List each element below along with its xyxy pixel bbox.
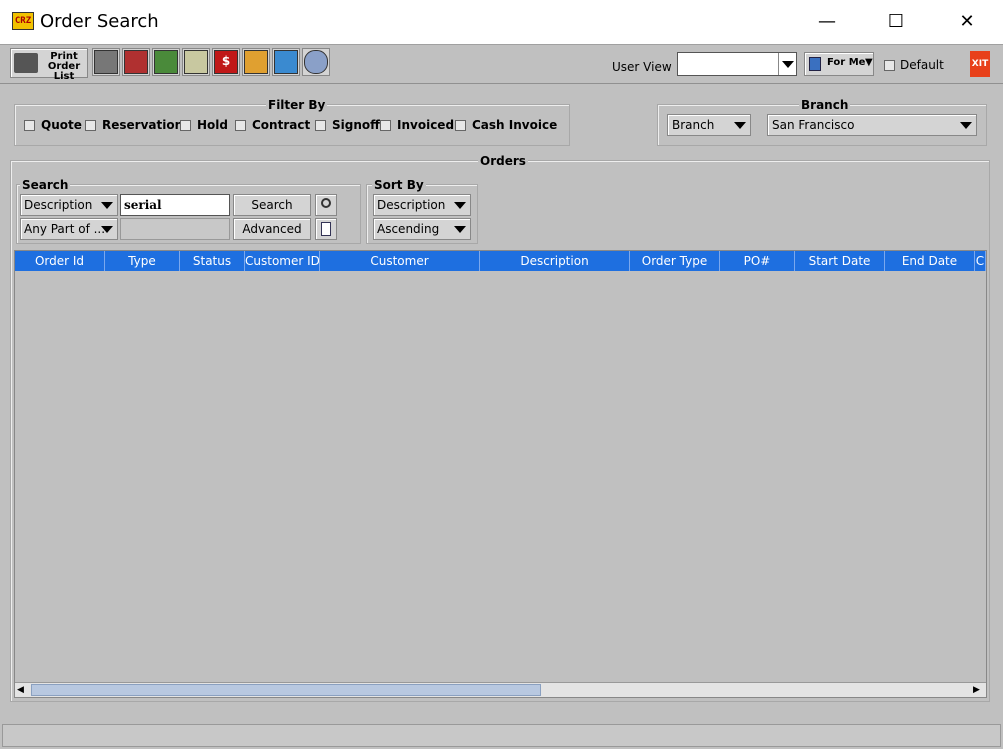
column-header[interactable]: End Date bbox=[885, 251, 975, 271]
filter-label: Reservation bbox=[102, 118, 184, 132]
document-search-icon bbox=[321, 222, 331, 236]
advanced-search-button[interactable] bbox=[315, 218, 337, 240]
filter-checkbox-hold[interactable] bbox=[180, 120, 191, 131]
save-icon bbox=[809, 57, 821, 71]
user-icon bbox=[304, 50, 328, 74]
user-button[interactable] bbox=[302, 48, 330, 76]
default-checkbox[interactable] bbox=[884, 60, 895, 71]
pay-dollar-icon: $ bbox=[214, 50, 238, 74]
refresh-button[interactable] bbox=[272, 48, 300, 76]
column-header[interactable]: Type bbox=[105, 251, 180, 271]
horizontal-scrollbar[interactable]: ◀ ▶ bbox=[15, 682, 986, 697]
sort-order-select[interactable]: Ascending bbox=[373, 218, 471, 240]
user-view-label: User View bbox=[612, 60, 672, 74]
filter-label: Signoff bbox=[332, 118, 380, 132]
refresh-icon bbox=[274, 50, 298, 74]
column-header[interactable]: Customer bbox=[320, 251, 480, 271]
filter-checkbox-reservation[interactable] bbox=[85, 120, 96, 131]
cards-icon bbox=[184, 50, 208, 74]
order-list-label: Order List bbox=[47, 61, 81, 82]
pay-button[interactable]: $ bbox=[212, 48, 240, 76]
toolbar-divider bbox=[0, 83, 1003, 84]
secondary-search-input bbox=[120, 218, 230, 240]
scroll-right-icon[interactable]: ▶ bbox=[973, 685, 980, 695]
scrollbar-thumb[interactable] bbox=[31, 684, 541, 696]
filter-label: Hold bbox=[197, 118, 228, 132]
column-header[interactable]: Start Date bbox=[795, 251, 885, 271]
column-header[interactable]: Order Id bbox=[15, 251, 105, 271]
chevron-down-icon bbox=[454, 226, 466, 233]
transfer-button[interactable] bbox=[152, 48, 180, 76]
column-header[interactable]: Customer ID bbox=[245, 251, 320, 271]
column-header[interactable]: C bbox=[975, 251, 986, 271]
app-logo-icon: CRZ bbox=[12, 12, 34, 30]
close-button[interactable]: ✕ bbox=[944, 8, 990, 36]
filter-label: Invoiced bbox=[397, 118, 455, 132]
for-me-label: For Me bbox=[827, 57, 866, 68]
filter-items: Quote Reservation Hold Contract Signoff Invoi… bbox=[24, 118, 564, 134]
exit-button[interactable]: XIT bbox=[970, 51, 990, 77]
search-icon bbox=[321, 198, 331, 208]
chevron-down-icon bbox=[454, 202, 466, 209]
transfer-icon bbox=[154, 50, 178, 74]
pick-icon bbox=[94, 50, 118, 74]
default-label: Default bbox=[900, 58, 944, 72]
print-order-list-button[interactable]: Print Order List bbox=[10, 48, 88, 82]
column-header[interactable]: PO# bbox=[720, 251, 795, 271]
filter-label: Cash Invoice bbox=[472, 118, 558, 132]
filter-checkbox-invoiced[interactable] bbox=[380, 120, 391, 131]
view-button[interactable] bbox=[242, 48, 270, 76]
title-bar: CRZ Order Search — ☐ ✕ bbox=[0, 0, 1003, 44]
search-match-select[interactable]: Any Part of ... bbox=[20, 218, 118, 240]
status-bar bbox=[2, 724, 1001, 747]
search-button[interactable]: Search bbox=[233, 194, 311, 216]
branch-title: Branch bbox=[799, 98, 851, 112]
filter-label: Quote bbox=[41, 118, 82, 132]
filter-checkbox-cash-invoice[interactable] bbox=[455, 120, 466, 131]
filter-title: Filter By bbox=[266, 98, 328, 112]
printer-icon bbox=[14, 53, 38, 73]
minimize-button[interactable]: — bbox=[804, 8, 850, 36]
sort-title: Sort By bbox=[372, 178, 426, 192]
chevron-down-icon bbox=[101, 226, 113, 233]
chevron-down-icon bbox=[101, 202, 113, 209]
column-header[interactable]: Status bbox=[180, 251, 245, 271]
search-field-select[interactable]: Description bbox=[20, 194, 118, 216]
chevron-down-icon bbox=[734, 122, 746, 129]
maximize-button[interactable]: ☐ bbox=[873, 8, 919, 36]
chevron-down-icon bbox=[960, 122, 972, 129]
truck-icon bbox=[124, 50, 148, 74]
branch-location-select[interactable]: San Francisco bbox=[767, 114, 977, 136]
filter-checkbox-quote[interactable] bbox=[24, 120, 35, 131]
double-chevron-down-icon: ▼ bbox=[865, 57, 873, 68]
scroll-left-icon[interactable]: ◀ bbox=[17, 685, 24, 695]
filter-checkbox-contract[interactable] bbox=[235, 120, 246, 131]
filter-label: Contract bbox=[252, 118, 311, 132]
search-input[interactable]: serial bbox=[120, 194, 230, 216]
window-title: Order Search bbox=[40, 11, 159, 32]
orders-table bbox=[14, 250, 987, 698]
search-title: Search bbox=[20, 178, 71, 192]
table-header: Order Id Type Status Customer ID Customer Des… bbox=[15, 251, 986, 271]
cards-button[interactable] bbox=[182, 48, 210, 76]
user-view-select[interactable] bbox=[677, 52, 797, 76]
magnify-button[interactable] bbox=[315, 194, 337, 216]
eye-icon bbox=[244, 50, 268, 74]
branch-type-select[interactable]: Branch bbox=[667, 114, 751, 136]
sort-field-select[interactable]: Description bbox=[373, 194, 471, 216]
advanced-button[interactable]: Advanced bbox=[233, 218, 311, 240]
pick-truck-button[interactable] bbox=[122, 48, 150, 76]
orders-title: Orders bbox=[478, 154, 528, 168]
chevron-down-icon bbox=[782, 61, 794, 68]
column-header[interactable]: Description bbox=[480, 251, 630, 271]
column-header[interactable]: Order Type bbox=[630, 251, 720, 271]
filter-checkbox-signoff[interactable] bbox=[315, 120, 326, 131]
for-me-button[interactable]: For Me ▼ bbox=[804, 52, 874, 76]
pick-button[interactable] bbox=[92, 48, 120, 76]
